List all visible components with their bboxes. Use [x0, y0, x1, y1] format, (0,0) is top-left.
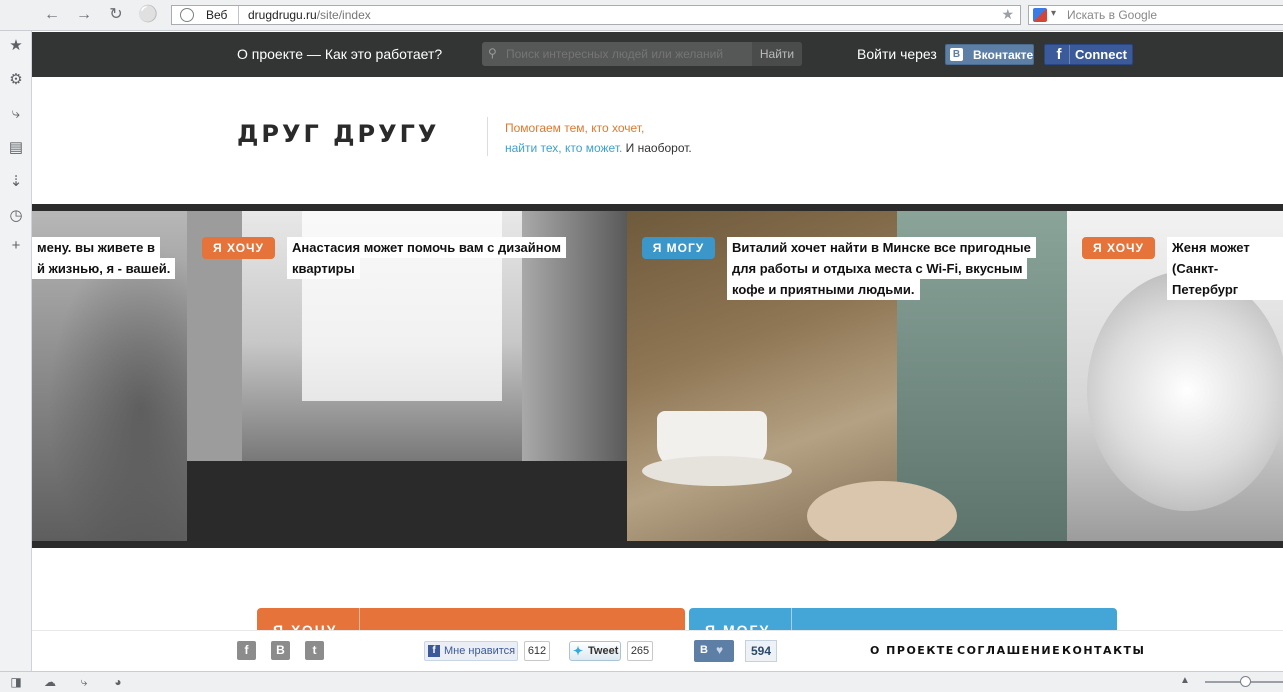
- carousel-card[interactable]: Я ХОЧУ Женя может пом (Санкт-Петербург: [1067, 211, 1283, 541]
- panel-toggle-icon[interactable]: ◨: [8, 674, 24, 690]
- card-caption-line2: (Санкт-Петербург: [1167, 258, 1283, 300]
- heart-icon: ♥: [716, 643, 724, 657]
- card-caption-line1: мену. вы живете в: [32, 237, 161, 258]
- facebook-like-count: 612: [524, 641, 550, 661]
- key-icon[interactable]: ⚪: [136, 5, 160, 25]
- wishes-carousel: мену. вы живете в й жизнью, я - вашей. Я…: [32, 204, 1283, 548]
- vk-like-button[interactable]: B ♥: [694, 640, 734, 662]
- button-divider: [1069, 45, 1070, 64]
- facebook-icon: f: [428, 645, 440, 657]
- chevron-down-icon[interactable]: ▾: [1051, 8, 1056, 19]
- search-button[interactable]: Найти: [752, 42, 802, 66]
- globe-icon: [180, 8, 194, 22]
- card-caption-line1: Анастасия может помочь вам с дизайном: [287, 237, 566, 258]
- carousel-card[interactable]: Я ХОЧУ Анастасия может помочь вам с диза…: [187, 211, 627, 541]
- vk-icon: B: [700, 644, 708, 656]
- bookmark-star-icon[interactable]: ★: [1001, 6, 1014, 23]
- carousel-card[interactable]: мену. вы живете в й жизнью, я - вашей.: [32, 211, 187, 541]
- tagline-link: найти тех, кто может.: [505, 141, 623, 155]
- speedometer-icon[interactable]: ◕: [110, 674, 126, 690]
- google-icon: [1033, 8, 1047, 22]
- tagline-line1: Помогаем тем, кто хочет,: [505, 121, 645, 135]
- reload-icon[interactable]: ↻: [104, 5, 128, 25]
- address-divider: [238, 6, 239, 24]
- people-search-input[interactable]: [490, 42, 750, 66]
- browser-statusbar: ◨ ☁ ⤷ ◕ ▲: [0, 671, 1283, 692]
- gear-icon[interactable]: ⚙: [6, 70, 26, 90]
- facebook-icon[interactable]: f: [237, 641, 256, 660]
- card-photo-shadow: [187, 461, 627, 541]
- vk-icon: В: [950, 48, 963, 61]
- footer-link-about[interactable]: О ПРОЕКТЕ: [870, 644, 955, 657]
- site-topbar: О проекте — Как это работает? ⚲ Найти Во…: [32, 32, 1283, 77]
- card-caption-line2: квартиры: [287, 258, 360, 279]
- url-host: drugdrugu.ru: [248, 8, 317, 22]
- carousel-card[interactable]: Я МОГУ Виталий хочет найти в Минске все …: [627, 211, 1067, 541]
- card-photo-object: [1087, 271, 1283, 511]
- site-footer: f B t f Мне нравится 612 ✦ Tweet 265 B ♥…: [32, 630, 1283, 671]
- twitter-bird-icon: ✦: [573, 644, 584, 658]
- google-search-box[interactable]: ▾ Искать в Google: [1028, 5, 1283, 25]
- facebook-like-label: Мне нравится: [444, 645, 516, 657]
- vk-login-button[interactable]: В Вконтакте: [945, 44, 1034, 65]
- want-tag[interactable]: Я ХОЧУ: [202, 237, 275, 259]
- browser-toolbar: ← → ↻ ⚪ Веб drugdrugu.ru/site/index ★ ▾ …: [0, 0, 1283, 31]
- share-icon[interactable]: ⤷: [76, 674, 92, 690]
- tagline-rest: И наоборот.: [622, 141, 692, 155]
- site-logo[interactable]: ДРУГ ДРУГУ: [237, 120, 439, 148]
- address-url[interactable]: drugdrugu.ru/site/index: [248, 8, 371, 22]
- plus-icon[interactable]: +: [6, 236, 26, 256]
- share-icon[interactable]: ⤷: [6, 104, 26, 124]
- login-label: Войти через: [857, 46, 937, 62]
- card-caption-line1: Виталий хочет найти в Минске все пригодн…: [727, 237, 1036, 258]
- zoom-slider-handle[interactable]: [1240, 676, 1251, 687]
- footer-link-contacts[interactable]: КОНТАКТЫ: [1062, 644, 1145, 657]
- tagline-divider: [487, 117, 488, 156]
- tweet-button[interactable]: ✦ Tweet: [569, 641, 621, 661]
- browser-sidebar: ★ ⚙ ⤷ ▤ ⇣ ◷ +: [0, 31, 32, 671]
- can-tag[interactable]: Я МОГУ: [642, 237, 715, 259]
- card-caption-line2: для работы и отдыха места с Wi-Fi, вкусн…: [727, 258, 1028, 279]
- want-tag[interactable]: Я ХОЧУ: [1082, 237, 1155, 259]
- google-search-placeholder: Искать в Google: [1067, 8, 1158, 22]
- footer-link-agreement[interactable]: СОГЛАШЕНИЕ: [957, 644, 1061, 657]
- vk-login-label: Вконтакте: [973, 48, 1034, 62]
- facebook-like-button[interactable]: f Мне нравится: [424, 641, 518, 661]
- note-icon[interactable]: ▤: [6, 138, 26, 158]
- twitter-icon[interactable]: t: [305, 641, 324, 660]
- url-path: /site/index: [316, 8, 371, 22]
- address-scheme-label: Веб: [206, 8, 228, 22]
- tweet-label: Tweet: [588, 645, 619, 657]
- facebook-icon: f: [1056, 46, 1062, 63]
- scroll-up-icon[interactable]: ▲: [1180, 675, 1190, 686]
- people-search: ⚲ Найти: [482, 42, 802, 66]
- card-caption-line3: кофе и приятными людьми.: [727, 279, 920, 300]
- tweet-count: 265: [627, 641, 653, 661]
- cloud-icon[interactable]: ☁: [42, 674, 58, 690]
- vk-like-count: 594: [745, 640, 777, 662]
- back-arrow-icon[interactable]: ←: [40, 5, 64, 25]
- forward-arrow-icon[interactable]: →: [72, 5, 96, 25]
- card-photo-saucer: [642, 456, 792, 486]
- vk-icon[interactable]: B: [271, 641, 290, 660]
- facebook-connect-label: Connect: [1075, 47, 1127, 62]
- tagline-line2: найти тех, кто может. И наоборот.: [505, 141, 692, 155]
- facebook-connect-button[interactable]: f Connect: [1044, 44, 1133, 65]
- about-link[interactable]: О проекте — Как это работает?: [237, 46, 442, 62]
- address-bar[interactable]: Веб drugdrugu.ru/site/index ★: [171, 5, 1021, 25]
- clock-icon[interactable]: ◷: [6, 206, 26, 226]
- star-icon[interactable]: ★: [6, 36, 26, 56]
- card-caption-line2: й жизнью, я - вашей.: [32, 258, 176, 279]
- download-icon[interactable]: ⇣: [6, 172, 26, 192]
